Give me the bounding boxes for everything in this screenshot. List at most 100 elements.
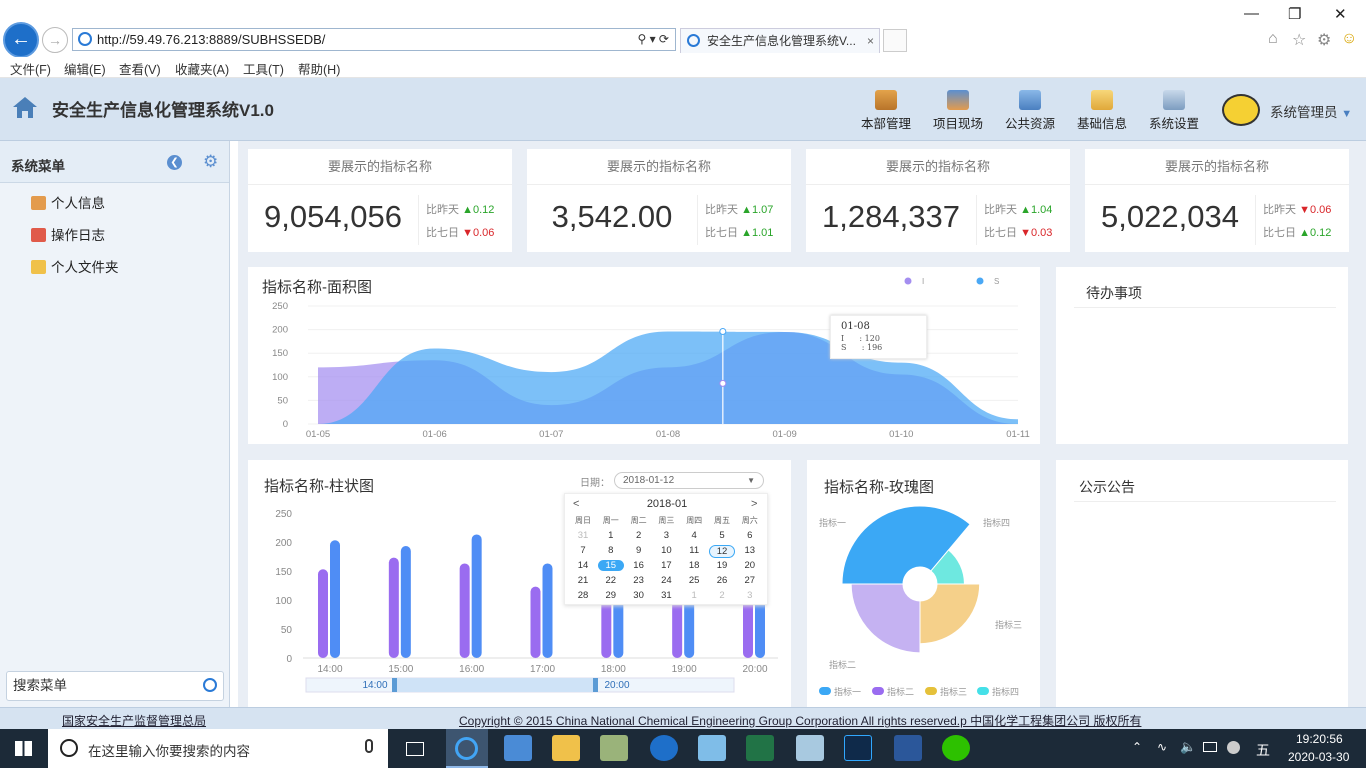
calendar-day[interactable]: 1: [598, 530, 624, 541]
calendar-day[interactable]: 28: [570, 590, 596, 601]
calendar-day[interactable]: 23: [626, 575, 652, 586]
rose-chart[interactable]: 指标一 指标四指标三指标二指标一 指标二 指标三 指标四: [807, 460, 1040, 707]
back-button[interactable]: ←: [3, 22, 39, 58]
nav-project-site[interactable]: 项目现场: [928, 90, 988, 132]
sidebar-item-personal-info[interactable]: 个人信息: [31, 192, 105, 212]
user-menu[interactable]: 系统管理员 ▼: [1270, 101, 1352, 121]
calendar-day[interactable]: 10: [653, 545, 679, 556]
footer-copyright[interactable]: Copyright © 2015 China National Chemical…: [459, 712, 1141, 729]
calendar-day[interactable]: 17: [653, 560, 679, 571]
sidebar-item-operation-log[interactable]: 操作日志: [31, 224, 105, 244]
sidebar-item-personal-folder[interactable]: 个人文件夹: [31, 256, 119, 276]
browser-tab[interactable]: 安全生产信息化管理系统V... ×: [680, 28, 880, 53]
close-icon[interactable]: ✕: [1334, 5, 1347, 23]
date-picker-input[interactable]: 2018-01-12 ▼: [614, 472, 764, 489]
clock-time[interactable]: 19:20:56: [1296, 732, 1343, 746]
nav-basic-info[interactable]: 基础信息: [1072, 90, 1132, 132]
calendar-day[interactable]: 22: [598, 575, 624, 586]
gear-icon[interactable]: ⚙: [203, 152, 218, 172]
tab-close-icon[interactable]: ×: [867, 29, 874, 53]
task-view-icon[interactable]: [406, 742, 424, 756]
calendar-day[interactable]: 3: [653, 530, 679, 541]
avatar[interactable]: [1222, 94, 1260, 126]
calendar-day[interactable]: 9: [626, 545, 652, 556]
calendar-day[interactable]: 14: [570, 560, 596, 571]
notes-app-icon[interactable]: [796, 735, 824, 761]
nav-public-resources[interactable]: 公共资源: [1000, 90, 1060, 132]
calendar-day[interactable]: 27: [737, 575, 763, 586]
search-icon[interactable]: [203, 678, 217, 692]
nav-headquarters[interactable]: 本部管理: [856, 90, 916, 132]
footer-left-link[interactable]: 国家安全生产监督管理总局: [62, 712, 206, 729]
bar: [318, 569, 328, 658]
ime-indicator[interactable]: 五: [1256, 740, 1270, 760]
folder-icon: [31, 260, 46, 274]
calendar-day[interactable]: 5: [709, 530, 735, 541]
wifi-icon[interactable]: ∿: [1157, 740, 1167, 754]
volume-icon[interactable]: 🔈: [1180, 739, 1196, 755]
calendar-day[interactable]: 7: [570, 545, 596, 556]
calendar-day[interactable]: 31: [653, 590, 679, 601]
favorites-star-icon[interactable]: ☆: [1292, 30, 1306, 50]
calendar-day[interactable]: 13: [737, 545, 763, 556]
menu-edit[interactable]: 编辑(E): [64, 59, 106, 78]
menu-file[interactable]: 文件(F): [10, 59, 51, 78]
word-icon[interactable]: [894, 735, 922, 761]
calendar-day[interactable]: 19: [709, 560, 735, 571]
calendar-day[interactable]: 12: [709, 545, 735, 558]
tools-app-icon[interactable]: [600, 735, 628, 761]
p-app-icon[interactable]: [650, 735, 678, 761]
address-bar[interactable]: http://59.49.76.213:8889/SUBHSSEDB/ ⚲ ▾ …: [72, 28, 676, 51]
microphone-icon[interactable]: [365, 739, 373, 753]
clock-date[interactable]: 2020-03-30: [1288, 750, 1349, 764]
calendar-day[interactable]: 18: [681, 560, 707, 571]
calendar-day[interactable]: 31: [570, 530, 596, 541]
menu-view[interactable]: 查看(V): [119, 59, 161, 78]
calendar-day[interactable]: 3: [737, 590, 763, 601]
wechat-icon[interactable]: [942, 735, 970, 761]
collapse-icon[interactable]: ❮: [167, 155, 182, 170]
status-icon[interactable]: [1227, 741, 1240, 754]
calendar-day[interactable]: 6: [737, 530, 763, 541]
calendar-day[interactable]: 11: [681, 545, 707, 556]
todo-title: 待办事项: [1086, 285, 1142, 301]
search-refresh-icon[interactable]: ⚲ ▾ ⟳: [637, 29, 669, 50]
windows-start-icon[interactable]: [15, 741, 32, 756]
battery-icon[interactable]: [1203, 742, 1217, 752]
calendar-day[interactable]: 16: [626, 560, 652, 571]
paint-app-icon[interactable]: [698, 735, 726, 761]
restore-icon[interactable]: ❐: [1288, 5, 1301, 23]
gear-icon[interactable]: ⚙: [1317, 30, 1331, 50]
calendar-day[interactable]: 24: [653, 575, 679, 586]
home-icon[interactable]: [11, 95, 39, 119]
calendar-day[interactable]: 2: [709, 590, 735, 601]
file-explorer-icon[interactable]: [552, 735, 580, 761]
excel-icon[interactable]: [746, 735, 774, 761]
menu-search-input[interactable]: 搜索菜单: [6, 671, 224, 701]
forward-button[interactable]: →: [42, 27, 68, 53]
next-month-icon[interactable]: >: [751, 498, 757, 510]
new-tab-button[interactable]: [883, 29, 907, 52]
calendar-day[interactable]: 8: [598, 545, 624, 556]
calendar-day[interactable]: 21: [570, 575, 596, 586]
calendar-day[interactable]: 1: [681, 590, 707, 601]
tray-chevron-up-icon[interactable]: ⌃: [1132, 740, 1142, 754]
calendar-day[interactable]: 20: [737, 560, 763, 571]
nav-system-settings[interactable]: 系统设置: [1144, 90, 1204, 132]
network-app-icon[interactable]: [504, 735, 532, 761]
photoshop-icon[interactable]: [844, 735, 872, 761]
calendar-day[interactable]: 29: [598, 590, 624, 601]
menu-help[interactable]: 帮助(H): [298, 59, 340, 78]
calendar-day[interactable]: 2: [626, 530, 652, 541]
minimize-icon[interactable]: —: [1244, 5, 1259, 22]
calendar-day[interactable]: 25: [681, 575, 707, 586]
menu-favorites[interactable]: 收藏夹(A): [175, 59, 229, 78]
smiley-icon[interactable]: ☺: [1341, 30, 1357, 48]
calendar-day[interactable]: 4: [681, 530, 707, 541]
taskbar-search-box[interactable]: 在这里输入你要搜索的内容: [48, 729, 388, 768]
calendar-day[interactable]: 26: [709, 575, 735, 586]
menu-tools[interactable]: 工具(T): [243, 59, 284, 78]
home-icon[interactable]: ⌂: [1268, 30, 1278, 48]
calendar-day[interactable]: 15: [597, 560, 624, 571]
calendar-day[interactable]: 30: [626, 590, 652, 601]
